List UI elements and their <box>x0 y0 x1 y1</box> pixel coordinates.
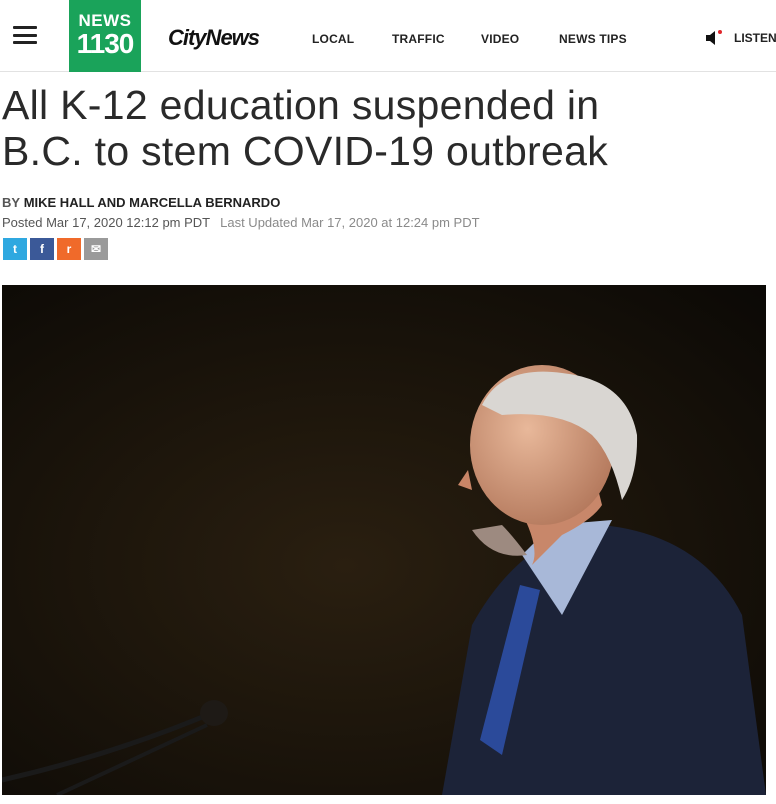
twitter-icon: t <box>13 242 17 256</box>
nav-news-tips[interactable]: NEWS TIPS <box>559 32 627 46</box>
logo-line-1130: 1130 <box>76 28 135 59</box>
byline: BY MIKE HALL AND MARCELLA BERNARDO <box>2 195 280 210</box>
twitter-share-button[interactable]: t <box>3 238 27 260</box>
reddit-icon: r <box>66 242 72 256</box>
updated-date: Last Updated Mar 17, 2020 at 12:24 pm PD… <box>220 215 480 230</box>
listen-button[interactable]: LISTEN <box>704 27 776 49</box>
facebook-icon: f <box>40 242 44 256</box>
headline-line-2: B.C. to stem COVID-19 outbreak <box>2 128 609 174</box>
email-icon: ✉ <box>90 242 102 256</box>
menu-icon[interactable] <box>13 26 37 44</box>
byline-authors[interactable]: MIKE HALL AND MARCELLA BERNARDO <box>24 195 281 210</box>
news1130-logo[interactable]: NEWS 1130 <box>69 0 141 72</box>
byline-prefix: BY <box>2 195 21 210</box>
facebook-share-button[interactable]: f <box>30 238 54 260</box>
article-headline: All K-12 education suspended in B.C. to … <box>2 82 772 174</box>
nav-local[interactable]: LOCAL <box>312 32 354 46</box>
reddit-share-button[interactable]: r <box>57 238 81 260</box>
posted-date: Posted Mar 17, 2020 12:12 pm PDT <box>2 215 211 230</box>
speaker-icon <box>706 30 722 45</box>
article-photo <box>2 285 766 795</box>
citynews-logo[interactable]: CityNews <box>168 25 260 51</box>
timestamps: Posted Mar 17, 2020 12:12 pm PDT Last Upd… <box>2 215 480 230</box>
email-share-button[interactable]: ✉ <box>84 238 108 260</box>
listen-label: LISTEN <box>734 31 776 45</box>
headline-line-1: All K-12 education suspended in <box>2 82 600 128</box>
share-bar: t f r ✉ <box>3 238 108 260</box>
nav-traffic[interactable]: TRAFFIC <box>392 32 445 46</box>
site-header: NEWS 1130 CityNews LOCAL TRAFFIC VIDEO N… <box>0 0 776 72</box>
speaker-at-podium-image <box>2 285 766 795</box>
nav-video[interactable]: VIDEO <box>481 32 519 46</box>
